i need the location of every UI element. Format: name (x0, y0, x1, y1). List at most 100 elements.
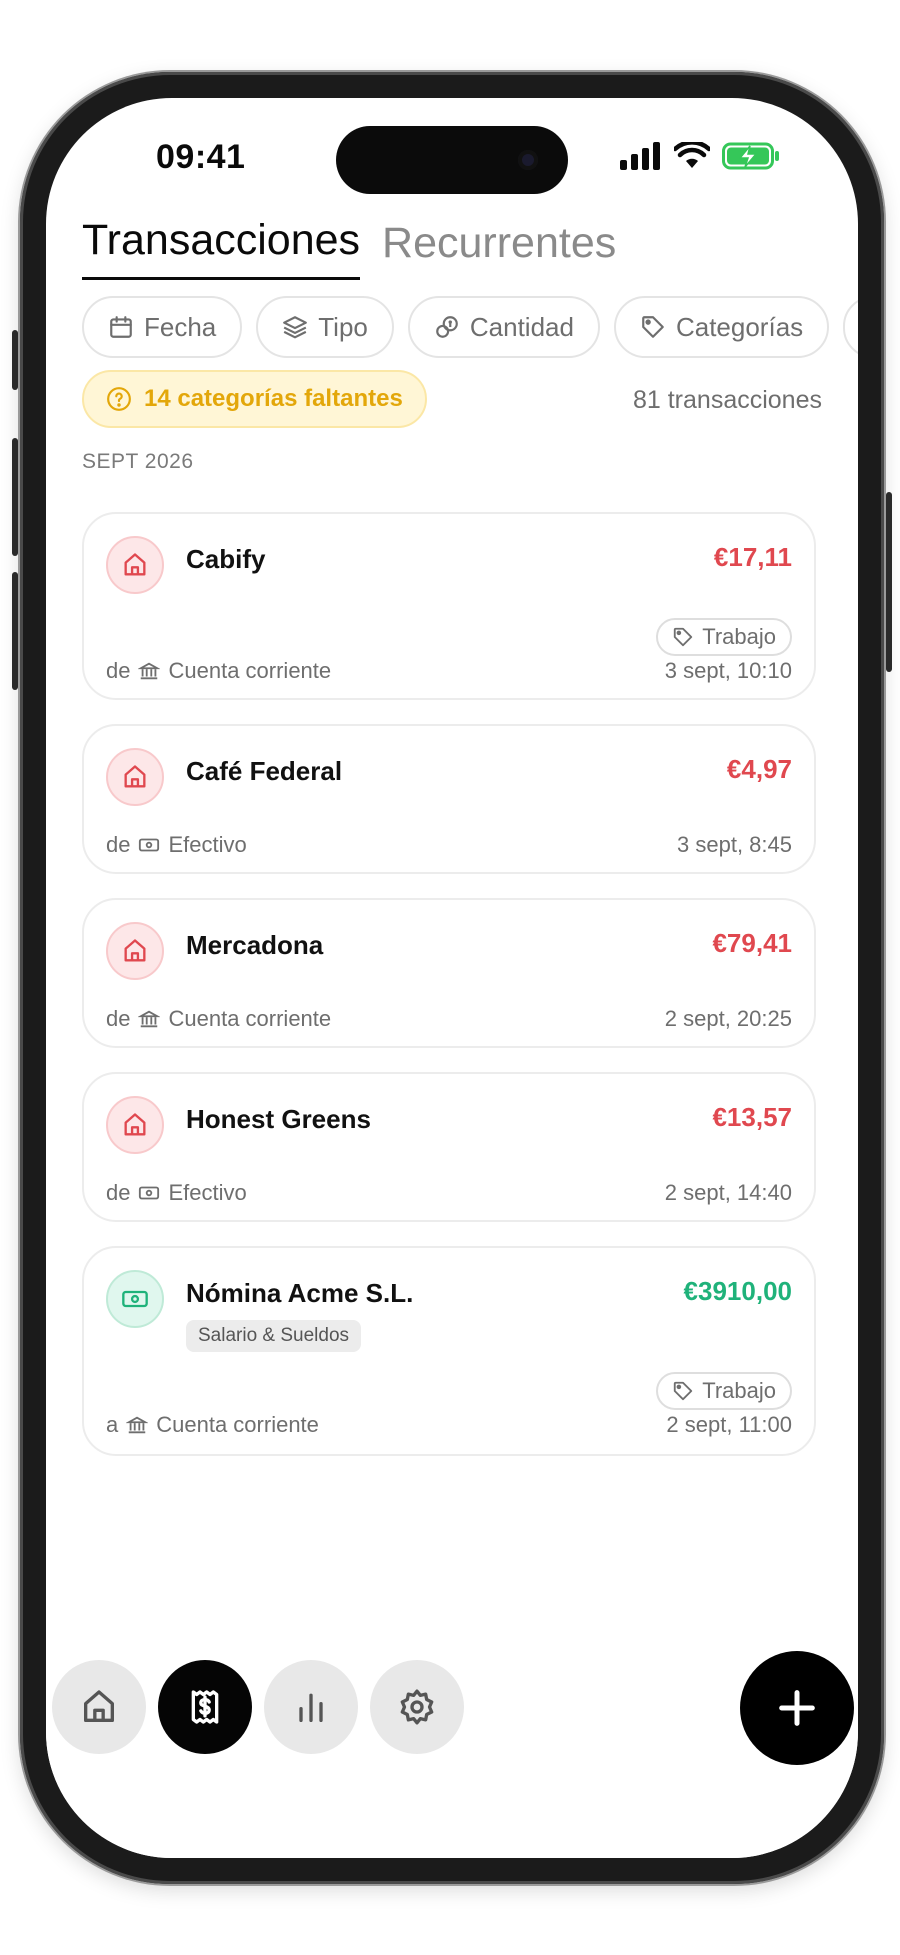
volume-up-button (12, 438, 18, 556)
tag-label: Trabajo (702, 624, 776, 649)
power-button (886, 492, 892, 672)
volume-down-button (12, 572, 18, 690)
plus-icon (779, 1690, 815, 1726)
tag-icon (642, 316, 664, 338)
account-name: Efectivo (168, 832, 247, 857)
add-transaction-button[interactable] (740, 1651, 854, 1765)
account-name: Cuenta corriente (168, 1006, 332, 1031)
account-info: de Cuenta corriente (106, 1006, 331, 1032)
merchant-name: Honest Greens (186, 1104, 371, 1134)
tag-icon (674, 1381, 693, 1401)
home-icon (124, 553, 146, 576)
bank-icon (138, 1010, 161, 1028)
transaction-amount: €17,11 (713, 542, 792, 572)
direction-label: de (106, 1180, 131, 1205)
tag-badge: Trabajo (656, 1372, 792, 1410)
layers-icon (283, 316, 308, 339)
transaction-date: 2 sept, 11:00 (666, 1412, 792, 1437)
bar-chart-icon (299, 1693, 323, 1722)
transaction-date: 2 sept, 14:40 (664, 1180, 792, 1205)
nav-settings-button[interactable] (370, 1660, 464, 1754)
missing-categories-badge[interactable]: 14 categorías faltantes (82, 370, 427, 428)
transaction-count: 81 transacciones (632, 386, 822, 414)
receipt-dollar-icon (191, 1690, 219, 1724)
tab-transacciones[interactable]: Transacciones (82, 216, 361, 280)
bank-icon (138, 662, 161, 680)
home-icon (124, 939, 146, 962)
missing-categories-text: 14 categorías faltantes (144, 385, 403, 412)
transaction-card[interactable]: Nómina Acme S.L. €3910,00 Salario & Suel… (82, 1246, 816, 1456)
dynamic-island (336, 126, 568, 194)
transaction-amount: €3910,00 (683, 1276, 792, 1306)
transaction-amount: €79,41 (712, 928, 792, 958)
filter-type-label: Tipo (318, 311, 368, 342)
category-icon (106, 1270, 164, 1328)
category-icon (106, 1096, 164, 1154)
nav-stats-button[interactable] (264, 1660, 358, 1754)
transaction-card[interactable]: Cabify €17,11 Trabajo de Cuenta corrient… (82, 512, 816, 700)
month-header: SEPT 2026 (82, 450, 194, 473)
home-icon (124, 1113, 146, 1136)
filter-amount-chip[interactable]: Cantidad (407, 296, 600, 358)
battery-charging-icon (722, 142, 779, 170)
direction-label: de (106, 832, 131, 857)
account-info: de Efectivo (106, 1180, 247, 1206)
calendar-icon (110, 316, 132, 338)
tab-recurrentes[interactable]: Recurrentes (382, 219, 616, 280)
nav-home-button[interactable] (52, 1660, 146, 1754)
bottom-fade (46, 1638, 858, 1858)
account-info: a Cuenta corriente (106, 1412, 319, 1438)
coins-icon (436, 316, 458, 338)
transaction-date: 2 sept, 20:25 (664, 1006, 792, 1031)
gear-icon (400, 1689, 434, 1725)
home-icon (124, 765, 146, 788)
wifi-icon (674, 142, 710, 168)
mute-switch (12, 330, 18, 390)
cash-icon (139, 1186, 160, 1200)
filter-categories-chip[interactable]: Categorías (613, 296, 830, 358)
view-tabs: Transacciones Recurrentes (82, 216, 616, 280)
account-name: Efectivo (168, 1180, 247, 1205)
cash-icon (122, 1290, 148, 1308)
filter-bar: Fecha Tipo Cantidad Categorías (82, 296, 858, 358)
transaction-card[interactable]: Café Federal €4,97 de Efectivo 3 sept, 8… (82, 724, 816, 874)
nav-transactions-button[interactable] (158, 1660, 252, 1754)
category-icon (106, 536, 164, 594)
account-name: Cuenta corriente (168, 658, 332, 683)
filter-date-label: Fecha (144, 311, 217, 342)
merchant-name: Nómina Acme S.L. (186, 1278, 414, 1308)
direction-label: de (106, 1006, 131, 1031)
filter-categories-label: Categorías (675, 311, 804, 342)
signal-icon (620, 142, 660, 170)
filter-more-chip[interactable] (843, 296, 858, 358)
account-info: de Efectivo (106, 832, 247, 858)
transaction-card[interactable]: Mercadona €79,41 de Cuenta corriente 2 s… (82, 898, 816, 1048)
transaction-amount: €13,57 (712, 1102, 792, 1132)
cash-icon (139, 838, 160, 852)
account-name: Cuenta corriente (156, 1412, 319, 1437)
bank-icon (126, 1416, 149, 1434)
account-info: de Cuenta corriente (106, 658, 331, 684)
transaction-card[interactable]: Honest Greens €13,57 de Efectivo 2 sept,… (82, 1072, 816, 1222)
filter-date-chip[interactable]: Fecha (82, 296, 243, 358)
transaction-date: 3 sept, 10:10 (664, 658, 792, 683)
home-icon (84, 1690, 115, 1722)
tag-label: Trabajo (702, 1378, 776, 1403)
merchant-name: Café Federal (186, 756, 343, 786)
status-icons (620, 142, 780, 170)
category-icon (106, 922, 164, 980)
direction-label: a (106, 1412, 119, 1437)
tag-badge: Trabajo (656, 618, 792, 656)
filter-amount-label: Cantidad (469, 311, 574, 342)
category-icon (106, 748, 164, 806)
help-circle-icon (107, 387, 131, 411)
status-time: 09:41 (156, 138, 246, 176)
category-badge: Salario & Sueldos (186, 1320, 362, 1352)
transaction-date: 3 sept, 8:45 (677, 832, 792, 857)
app-screen: 09:41 Transacciones Recurrentes Fecha Ti… (46, 98, 858, 1858)
merchant-name: Cabify (186, 544, 266, 574)
tag-icon (674, 627, 693, 647)
filter-type-chip[interactable]: Tipo (256, 296, 394, 358)
direction-label: de (106, 658, 131, 683)
merchant-name: Mercadona (186, 930, 324, 960)
